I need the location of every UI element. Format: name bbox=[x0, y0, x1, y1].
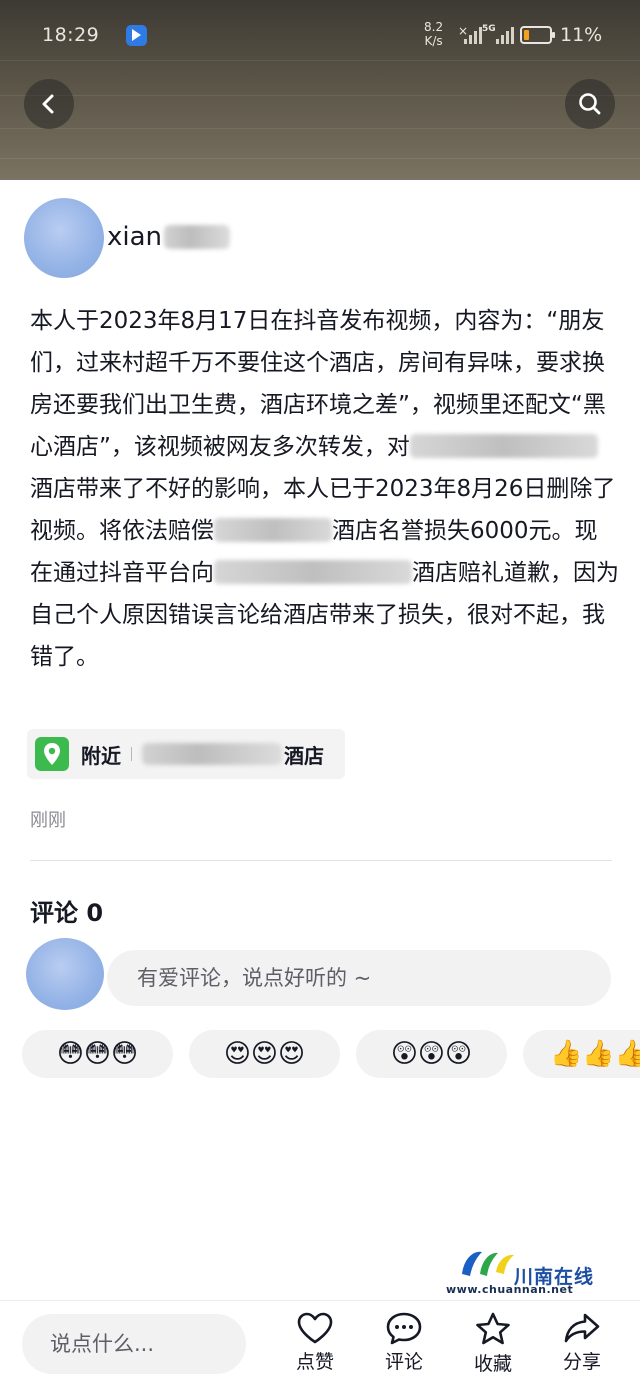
status-time: 18:29 bbox=[42, 24, 100, 46]
location-divider bbox=[131, 747, 132, 761]
watermark: 川南在线 www.chuannan.net bbox=[446, 1244, 606, 1296]
quick-emoji-thumbs-up[interactable]: 👍👍👍 bbox=[523, 1030, 640, 1078]
bottom-action-bar: 说点什么... 点赞 评论 收藏 分享 bbox=[0, 1300, 640, 1387]
post-text: 本人于2023年8月17日在抖音发布视频，内容为：“朋友们，过来村超千万不要住这… bbox=[30, 300, 620, 678]
location-nearby-label: 附近 bbox=[81, 743, 121, 768]
redacted-hotel-name-blur bbox=[214, 518, 332, 542]
post-time: 刚刚 bbox=[30, 810, 66, 831]
author-avatar[interactable] bbox=[24, 198, 104, 278]
comments-title: 评论 0 bbox=[30, 899, 104, 927]
comment-input[interactable]: 有爱评论，说点好听的 ~ bbox=[107, 950, 611, 1006]
location-name: 酒店 bbox=[284, 743, 324, 768]
location-pin-icon bbox=[35, 737, 69, 771]
signal-2-icon bbox=[496, 26, 514, 44]
search-icon bbox=[579, 93, 601, 115]
network-speed-unit: K/s bbox=[424, 34, 443, 48]
comment-label: 评论 bbox=[384, 1351, 423, 1373]
watermark-url: www.chuannan.net bbox=[446, 1283, 574, 1296]
share-arrow-icon bbox=[564, 1313, 600, 1343]
favorite-label: 收藏 bbox=[473, 1353, 512, 1375]
author-name-row[interactable]: xian bbox=[107, 222, 231, 252]
favorite-button[interactable]: 收藏 bbox=[463, 1311, 523, 1376]
star-icon bbox=[476, 1312, 510, 1345]
watermark-logo bbox=[462, 1251, 514, 1276]
location-tag[interactable]: 附近 酒店 bbox=[27, 729, 345, 779]
quick-emoji-flushed[interactable]: 😳😳😳 bbox=[22, 1030, 173, 1078]
quick-emoji-row: 😳😳😳 😍😍😍 😲😲😲 👍👍👍 bbox=[22, 1030, 640, 1078]
redacted-name-blur bbox=[164, 225, 231, 249]
quick-emoji-astonished[interactable]: 😲😲😲 bbox=[356, 1030, 507, 1078]
redacted-hotel-name-blur bbox=[409, 434, 598, 458]
search-button[interactable] bbox=[565, 79, 615, 129]
share-button[interactable]: 分享 bbox=[552, 1311, 612, 1374]
comment-bubble-icon bbox=[386, 1312, 422, 1345]
section-divider bbox=[30, 860, 612, 861]
like-button[interactable]: 点赞 bbox=[285, 1311, 345, 1374]
chevron-left-icon bbox=[42, 94, 54, 114]
heart-icon bbox=[297, 1312, 333, 1344]
app-notification-icon bbox=[126, 25, 147, 46]
redacted-hotel-name-blur bbox=[214, 560, 412, 584]
network-speed: 8.2 K/s bbox=[424, 20, 443, 48]
bottom-comment-input[interactable]: 说点什么... bbox=[22, 1314, 246, 1374]
battery-percent: 11% bbox=[560, 24, 603, 46]
signal-1-icon bbox=[464, 26, 482, 44]
battery-icon bbox=[520, 26, 555, 44]
like-label: 点赞 bbox=[295, 1351, 334, 1373]
author-name[interactable]: xian bbox=[107, 222, 162, 252]
network-type: 5G bbox=[482, 24, 496, 34]
redacted-location-blur bbox=[142, 743, 282, 765]
my-avatar bbox=[26, 938, 104, 1010]
comment-button[interactable]: 评论 bbox=[374, 1311, 434, 1374]
status-bar: 18:29 8.2 K/s × 5G 11% bbox=[0, 0, 640, 72]
back-button[interactable] bbox=[24, 79, 74, 129]
network-speed-value: 8.2 bbox=[424, 20, 444, 34]
share-label: 分享 bbox=[562, 1351, 601, 1373]
quick-emoji-heart-eyes[interactable]: 😍😍😍 bbox=[189, 1030, 340, 1078]
